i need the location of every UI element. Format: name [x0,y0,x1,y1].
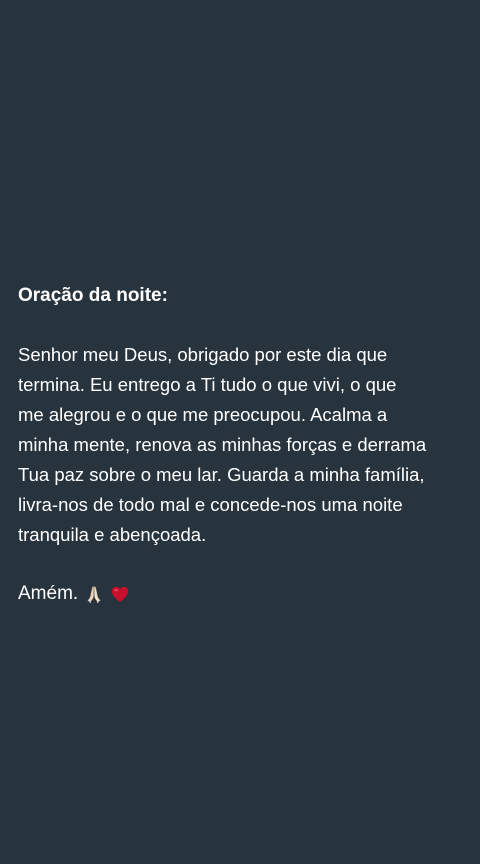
prayer-line: tranquila e abençoada. [18,524,207,545]
closing-text: Amém. [18,583,79,604]
prayer-line: termina. Eu entrego a Ti tudo o que vivi… [18,374,397,395]
red-heart-icon [110,584,130,604]
post-title: Oração da noite: [18,285,168,306]
prayer-line: livra-nos de todo mal e concede-nos uma … [18,494,403,515]
prayer-line: me alegrou e o que me preocupou. Acalma … [18,404,388,425]
prayer-body: Senhor meu Deus, obrigado por este dia q… [18,340,466,550]
prayer-line: Senhor meu Deus, obrigado por este dia q… [18,344,388,365]
closing-line: Amém. [18,579,466,609]
prayer-line: Tua paz sobre o meu lar. Guarda a minha … [18,464,425,485]
praying-hands-icon [84,584,104,604]
status-text-post: Oração da noite: Senhor meu Deus, obriga… [18,281,466,609]
prayer-line: minha mente, renova as minhas forças e d… [18,434,427,455]
